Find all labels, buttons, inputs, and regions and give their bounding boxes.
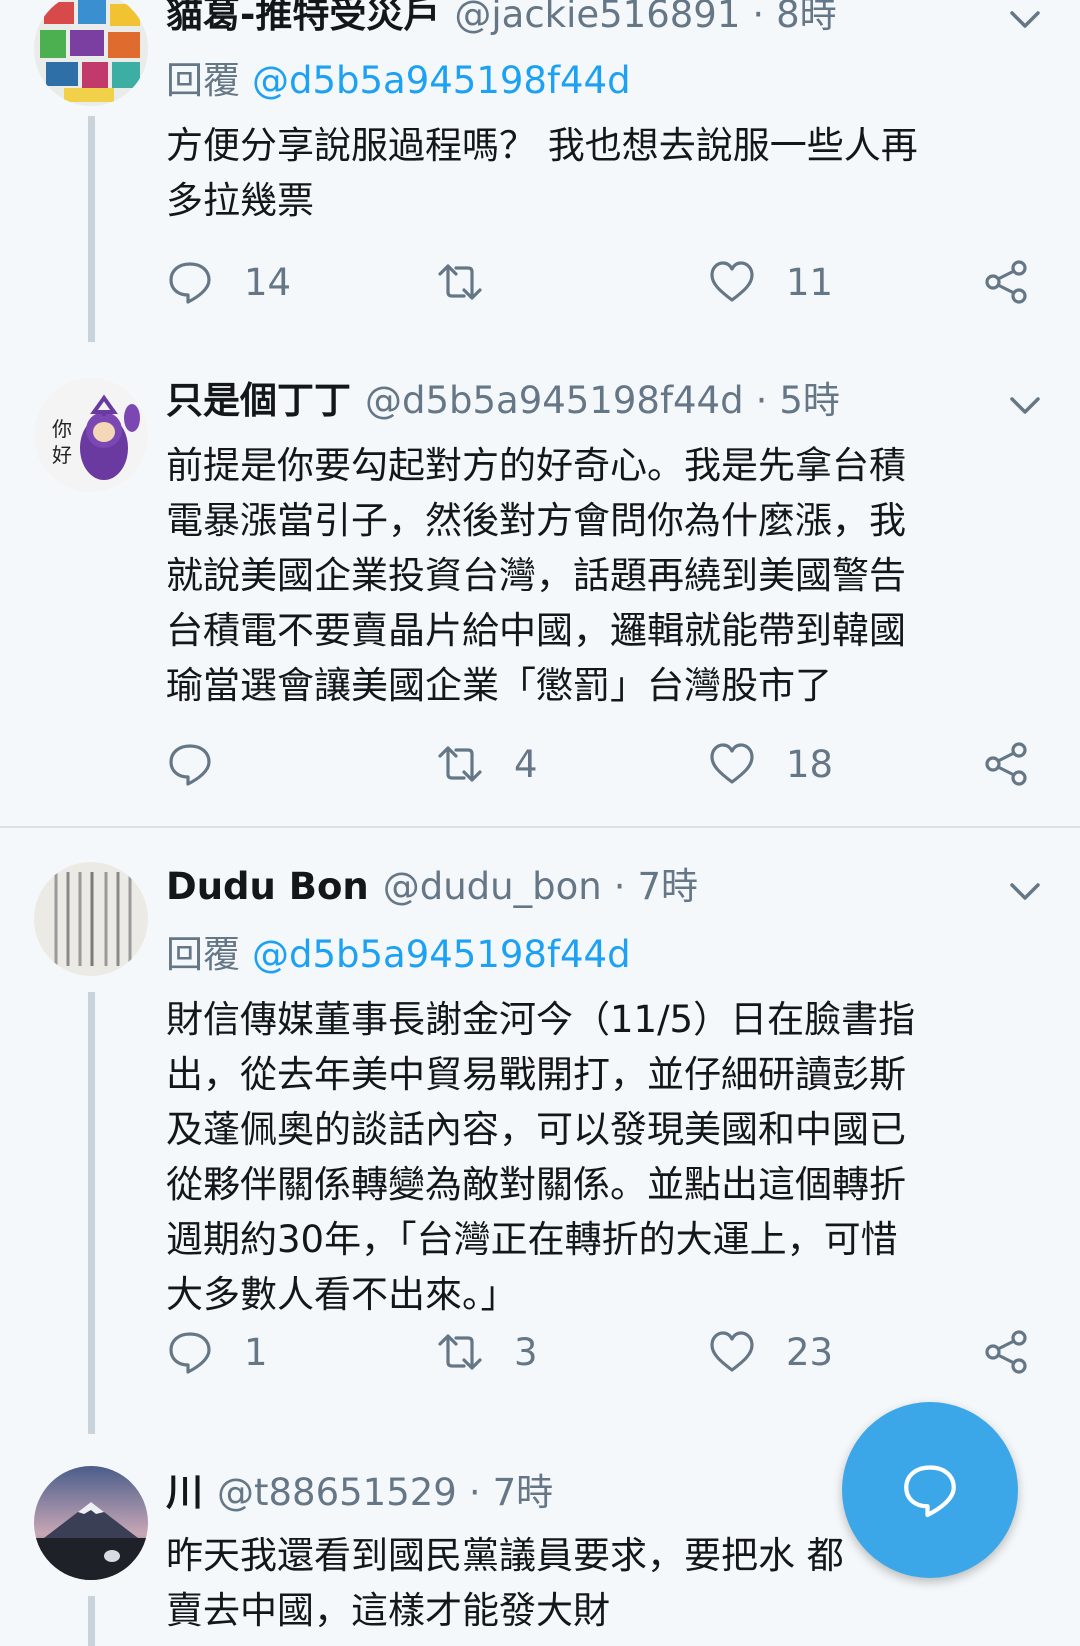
action-bar: 4 18 [0,740,1080,800]
avatar[interactable] [34,1466,148,1580]
tweet-text: 財信傳媒董事長謝金河今（11/5）日在臉書指 出，從去年美中貿易戰開打，並仔細研… [166,998,916,1316]
tweet-header: 貓葛-推特受災戶 @jackie516891 · 8時 [166,0,1060,38]
chevron-down-icon[interactable] [1006,872,1044,910]
user-handle[interactable]: @jackie516891 [454,0,740,38]
share-icon [985,1330,1027,1374]
timestamp: 7時 [637,865,698,908]
share-icon [985,260,1027,304]
user-handle[interactable]: @dudu_bon [383,864,602,910]
like-button[interactable]: 11 [708,258,833,306]
retweet-count: 3 [514,1330,538,1374]
compose-reply-icon [904,1465,956,1518]
retweet-count: 4 [514,742,538,786]
action-bar: 1 3 23 [0,1328,1080,1388]
svg-text:你: 你 [52,417,72,441]
chevron-down-icon[interactable] [1006,0,1044,38]
user-handle[interactable]: @d5b5a945198f44d [365,378,744,424]
retweet-button[interactable]: 4 [436,740,538,788]
compose-reply-button[interactable] [842,1402,1018,1578]
comment-icon [169,262,211,304]
like-button[interactable]: 18 [708,740,833,788]
reply-to-link[interactable]: @d5b5a945198f44d [252,933,631,976]
thread-line [88,1596,95,1646]
separator-dot: · [755,379,768,422]
timestamp: 8時 [776,0,837,36]
display-name[interactable]: 川 [166,1470,203,1516]
tweet-text: 方便分享說服過程嗎？ 我也想去說服一些人再 多拉幾票 [166,124,918,222]
like-count: 11 [786,260,834,304]
comment-icon [169,744,211,786]
chevron-down-icon[interactable] [1006,386,1044,424]
reply-button[interactable] [166,740,244,788]
tweet-header: 只是個丁丁 @d5b5a945198f44d · 5時 [166,378,1060,424]
avatar[interactable]: 你 好 [34,378,148,492]
replying-to: 回覆 @d5b5a945198f44d [166,58,631,104]
retweet-button[interactable]: 3 [436,1328,538,1376]
like-count: 18 [786,742,834,786]
reply-count: 14 [244,260,292,304]
share-button[interactable] [982,258,1030,306]
share-icon [985,742,1027,786]
like-button[interactable]: 23 [708,1328,833,1376]
display-name[interactable]: 只是個丁丁 [166,378,351,424]
svg-text:好: 好 [52,443,72,467]
heart-icon [710,743,754,784]
like-count: 23 [786,1330,834,1374]
reply-button[interactable]: 1 [166,1328,268,1376]
avatar[interactable] [34,0,148,106]
replying-to: 回覆 @d5b5a945198f44d [166,932,631,978]
retweet-icon [438,264,482,300]
tweet-feed: 貓葛-推特受災戶 @jackie516891 · 8時 回覆 @d5b5a9451… [0,0,1080,1646]
avatar[interactable] [34,862,148,976]
tweet-2[interactable]: 你 好 只是個丁丁 @d5b5a945198f44d · 5時 前提是你要勾起對… [0,360,1080,826]
separator-dot: · [613,865,626,908]
comment-icon [169,1332,211,1374]
timestamp: 5時 [779,379,840,422]
reply-label: 回覆 [166,59,240,102]
reply-to-link[interactable]: @d5b5a945198f44d [252,59,631,102]
reply-label: 回覆 [166,933,240,976]
reply-count: 1 [244,1330,268,1374]
retweet-button[interactable] [436,258,514,306]
tweet-header: Dudu Bon @dudu_bon · 7時 [166,864,1060,910]
heart-icon [710,261,754,302]
action-bar: 14 11 [0,258,1080,318]
retweet-icon [438,746,482,782]
tweet-3[interactable]: Dudu Bon @dudu_bon · 7時 回覆 @d5b5a945198f4… [0,828,1080,1434]
display-name[interactable]: Dudu Bon [166,864,369,910]
separator-dot: · [468,1471,481,1514]
tweet-text: 前提是你要勾起對方的好奇心。我是先拿台積 電暴漲當引子，然後對方會問你為什麼漲，… [166,444,906,707]
heart-icon [710,1331,754,1372]
display-name[interactable]: 貓葛-推特受災戶 [166,0,440,38]
retweet-icon [438,1334,482,1370]
tweet-1[interactable]: 貓葛-推特受災戶 @jackie516891 · 8時 回覆 @d5b5a9451… [0,0,1080,360]
share-button[interactable] [982,1328,1030,1376]
reply-button[interactable]: 14 [166,258,291,306]
timestamp: 7時 [492,1471,554,1514]
separator-dot: · [752,0,765,36]
user-handle[interactable]: @t88651529 [217,1470,457,1516]
share-button[interactable] [982,740,1030,788]
